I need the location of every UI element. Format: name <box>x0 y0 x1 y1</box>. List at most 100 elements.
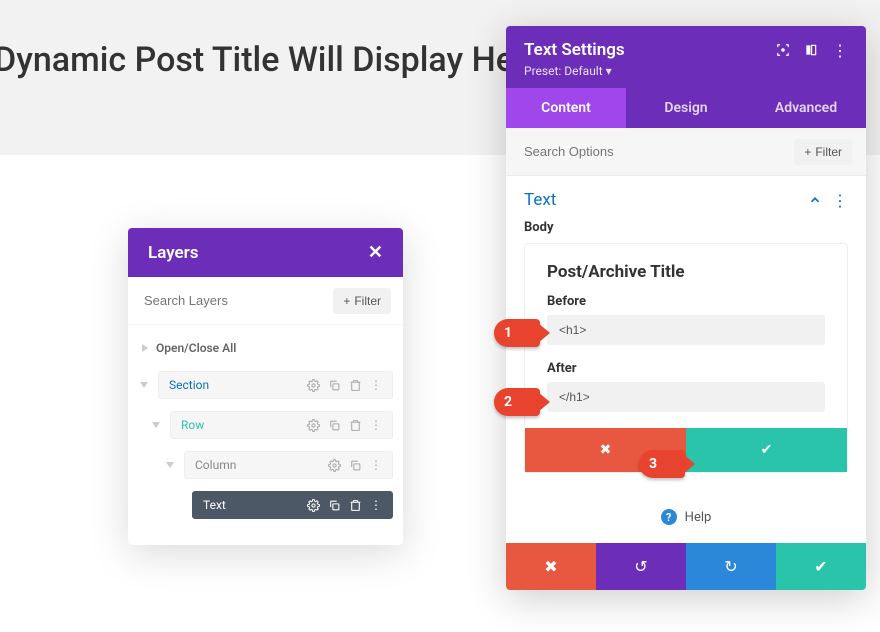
layer-item-column[interactable]: Column ⋮ <box>184 451 393 479</box>
layers-toolbar: + Filter <box>128 277 403 325</box>
plus-icon: + <box>343 294 350 308</box>
callout-number: 3 <box>649 456 657 472</box>
after-input[interactable] <box>547 382 825 412</box>
confirm-button[interactable]: ✔ <box>686 428 847 472</box>
open-close-all[interactable]: Open/Close All <box>128 331 403 365</box>
text-section-header[interactable]: Text ⋮ <box>506 176 866 220</box>
gear-icon[interactable] <box>307 499 320 512</box>
chevron-down-icon[interactable] <box>138 382 150 388</box>
section-title: Text <box>524 190 556 210</box>
more-icon[interactable]: ⋮ <box>370 498 382 512</box>
chevron-down-icon[interactable] <box>164 462 176 468</box>
more-icon[interactable]: ⋮ <box>832 191 848 210</box>
after-label: After <box>547 361 825 376</box>
layer-name: Text <box>203 498 226 512</box>
gear-icon[interactable] <box>307 419 320 432</box>
preset-label: Preset: Default <box>524 64 603 78</box>
settings-title: Text Settings <box>524 40 625 60</box>
help-icon: ? <box>661 509 677 525</box>
close-icon: ✖ <box>544 557 557 576</box>
layer-item-section[interactable]: Section ⋮ <box>158 371 393 399</box>
chevron-down-icon: ▾ <box>606 64 612 78</box>
trash-icon[interactable] <box>349 419 362 432</box>
before-label: Before <box>547 294 825 309</box>
dynamic-title: Post/Archive Title <box>547 262 825 282</box>
layer-item-text[interactable]: Text ⋮ <box>192 491 393 519</box>
settings-header[interactable]: Text Settings ⋮ Preset: Default ▾ <box>506 26 866 88</box>
callout-2: 2 <box>494 388 540 416</box>
redo-icon: ↻ <box>724 557 737 576</box>
trash-icon[interactable] <box>349 379 362 392</box>
tab-content[interactable]: Content <box>506 88 626 128</box>
save-button[interactable]: ✔ <box>776 543 866 590</box>
tab-design[interactable]: Design <box>626 88 746 128</box>
more-icon[interactable]: ⋮ <box>370 418 382 432</box>
duplicate-icon[interactable] <box>328 379 341 392</box>
undo-icon: ↺ <box>634 557 647 576</box>
undo-button[interactable]: ↺ <box>596 543 686 590</box>
layer-row-text[interactable]: Text ⋮ <box>128 485 403 525</box>
discard-button[interactable]: ✖ <box>506 543 596 590</box>
search-options-input[interactable] <box>520 138 794 165</box>
duplicate-icon[interactable] <box>349 459 362 472</box>
layer-actions: ⋮ <box>328 458 382 472</box>
layers-tree: Open/Close All Section ⋮ Row <box>128 325 403 545</box>
callout-3: 3 <box>639 450 685 478</box>
layer-name: Column <box>195 458 236 472</box>
after-field-group: After <box>547 361 825 412</box>
layer-actions: ⋮ <box>307 378 382 392</box>
tab-advanced[interactable]: Advanced <box>746 88 866 128</box>
expand-icon[interactable] <box>804 43 818 57</box>
settings-search-bar: + Filter <box>506 128 866 176</box>
layer-row-section[interactable]: Section ⋮ <box>128 365 403 405</box>
close-icon: ✖ <box>600 442 612 458</box>
help-row[interactable]: ? Help <box>506 491 866 543</box>
duplicate-icon[interactable] <box>328 499 341 512</box>
layers-title: Layers <box>148 243 199 263</box>
filter-label: Filter <box>354 294 381 308</box>
section-actions: ⋮ <box>808 191 848 210</box>
redo-button[interactable]: ↻ <box>686 543 776 590</box>
more-icon[interactable]: ⋮ <box>370 378 382 392</box>
layer-actions: ⋮ <box>307 498 382 512</box>
filter-button[interactable]: + Filter <box>333 288 391 314</box>
filter-button[interactable]: + Filter <box>794 139 852 165</box>
layer-row-column[interactable]: Column ⋮ <box>128 445 403 485</box>
chevron-up-icon[interactable] <box>808 193 822 207</box>
plus-icon: + <box>804 145 811 159</box>
duplicate-icon[interactable] <box>328 419 341 432</box>
filter-label: Filter <box>815 145 842 159</box>
callout-1: 1 <box>494 319 540 347</box>
layer-name: Section <box>169 378 209 392</box>
search-layers-input[interactable] <box>140 287 325 314</box>
layers-panel: Layers ✕ + Filter Open/Close All Section… <box>128 228 403 545</box>
more-icon[interactable]: ⋮ <box>370 458 382 472</box>
open-close-label: Open/Close All <box>156 341 236 355</box>
dynamic-content-box: Post/Archive Title Before After ✖ ✔ <box>524 243 848 473</box>
callout-number: 2 <box>504 394 512 410</box>
check-icon: ✔ <box>761 442 773 458</box>
focus-icon[interactable] <box>776 43 790 57</box>
help-label: Help <box>685 510 712 525</box>
trash-icon[interactable] <box>349 499 362 512</box>
header-icons: ⋮ <box>776 41 848 60</box>
layer-item-row[interactable]: Row ⋮ <box>170 411 393 439</box>
close-icon[interactable]: ✕ <box>368 242 383 263</box>
gear-icon[interactable] <box>328 459 341 472</box>
callout-number: 1 <box>504 325 512 341</box>
layer-row-row[interactable]: Row ⋮ <box>128 405 403 445</box>
triangle-right-icon <box>142 344 148 352</box>
footer-actions: ✖ ↺ ↻ ✔ <box>506 543 866 590</box>
preset-dropdown[interactable]: Preset: Default ▾ <box>524 64 848 78</box>
body-label: Body <box>506 220 866 243</box>
settings-tabs: Content Design Advanced <box>506 88 866 128</box>
layer-actions: ⋮ <box>307 418 382 432</box>
layer-name: Row <box>181 418 204 432</box>
check-icon: ✔ <box>814 557 827 576</box>
more-icon[interactable]: ⋮ <box>832 41 848 60</box>
chevron-down-icon[interactable] <box>150 422 162 428</box>
before-input[interactable] <box>547 315 825 345</box>
before-field-group: Before <box>547 294 825 345</box>
layers-header[interactable]: Layers ✕ <box>128 228 403 277</box>
gear-icon[interactable] <box>307 379 320 392</box>
